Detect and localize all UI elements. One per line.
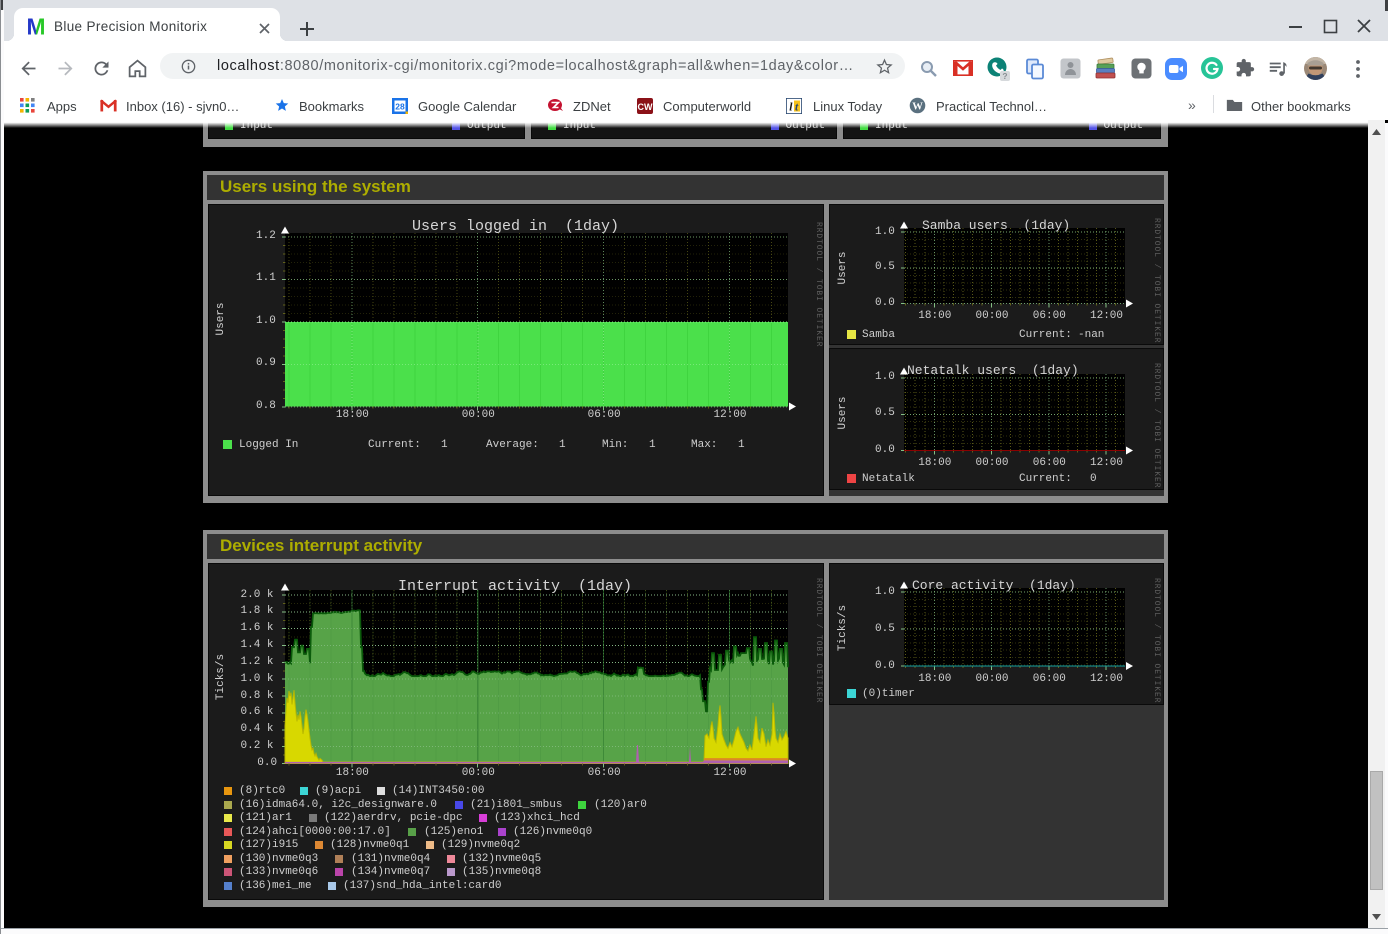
svg-text:M: M bbox=[27, 17, 46, 36]
svg-text:?: ? bbox=[1002, 71, 1007, 81]
svg-text:28: 28 bbox=[395, 102, 405, 112]
svg-text:CW: CW bbox=[638, 102, 653, 112]
svg-text:W: W bbox=[912, 101, 923, 112]
